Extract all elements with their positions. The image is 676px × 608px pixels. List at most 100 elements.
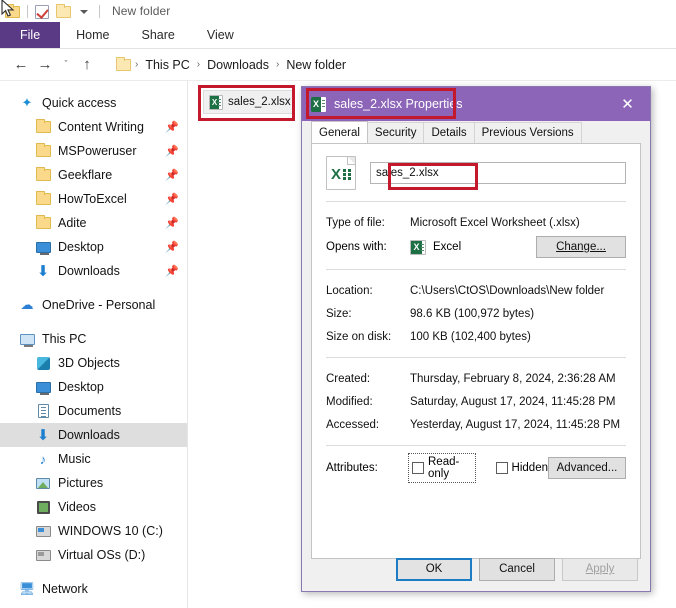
size-row: Size: 98.6 KB (100,972 bytes) <box>326 302 626 325</box>
apply-button: Apply <box>562 557 638 581</box>
accessed-value: Yesterday, August 17, 2024, 11:45:28 PM <box>410 418 621 431</box>
sidebar-item-documents[interactable]: Documents <box>0 399 187 423</box>
size-on-disk-label: Size on disk: <box>326 330 392 343</box>
sidebar-label: Music <box>58 452 91 466</box>
onedrive-cloud-icon: ☁ <box>20 297 34 312</box>
sidebar-item-this-pc[interactable]: This PC <box>0 327 187 351</box>
tab-view[interactable]: View <box>191 22 250 48</box>
sidebar-label: Documents <box>58 404 122 418</box>
advanced-button[interactable]: Advanced... <box>548 457 626 479</box>
customize-dropdown-icon[interactable] <box>76 3 93 20</box>
location-value: C:\Users\CtOS\Downloads\New folder <box>410 284 605 297</box>
dialog-title-text: sales_2.xlsx Properties <box>334 97 463 111</box>
sidebar-item-pictures[interactable]: Pictures <box>0 471 187 495</box>
tab-details[interactable]: Details <box>423 122 475 143</box>
sidebar-item-3d-objects[interactable]: 3D Objects <box>0 351 187 375</box>
new-folder-icon[interactable] <box>55 3 72 20</box>
properties-dialog: sales_2.xlsx Properties ✕ General Securi… <box>301 86 651 592</box>
read-only-checkbox[interactable]: Read-only <box>408 453 476 483</box>
hidden-checkbox[interactable]: Hidden <box>495 462 548 474</box>
pin-icon[interactable]: 📌 <box>165 193 179 206</box>
size-value: 98.6 KB (100,972 bytes) <box>410 307 535 320</box>
type-of-file-row: Type of file: Microsoft Excel Worksheet … <box>326 211 626 234</box>
ok-button-label: OK <box>425 563 443 575</box>
sidebar-item-geekflare[interactable]: Geekflare 📌 <box>0 163 187 187</box>
breadcrumb-downloads[interactable]: Downloads <box>202 58 274 72</box>
opens-with-row: Opens with: Excel Change... <box>326 234 626 260</box>
sidebar-item-downloads[interactable]: ⬇ Downloads <box>0 423 187 447</box>
opens-with-label: Opens with: <box>326 241 387 253</box>
close-icon[interactable]: ✕ <box>605 87 650 121</box>
cancel-button[interactable]: Cancel <box>479 557 555 581</box>
pin-icon[interactable]: 📌 <box>165 145 179 158</box>
accessed-row: Accessed: Yesterday, August 17, 2024, 11… <box>326 413 626 436</box>
sidebar-item-downloads-qa[interactable]: ⬇ Downloads 📌 <box>0 259 187 283</box>
created-row: Created: Thursday, February 8, 2024, 2:3… <box>326 367 626 390</box>
pin-icon[interactable]: 📌 <box>165 169 179 182</box>
file-name-input[interactable]: sales_2.xlsx <box>370 162 626 184</box>
file-name-row: sales_2.xlsx <box>326 156 626 190</box>
up-button[interactable]: ↑ <box>76 54 98 76</box>
sidebar-item-desktop[interactable]: Desktop <box>0 375 187 399</box>
pin-icon[interactable]: 📌 <box>165 265 179 278</box>
videos-icon <box>34 498 52 516</box>
ok-button[interactable]: OK <box>396 557 472 581</box>
forward-button[interactable]: → <box>34 54 56 76</box>
tab-file[interactable]: File <box>0 22 61 48</box>
type-of-file-value: Microsoft Excel Worksheet (.xlsx) <box>410 216 580 229</box>
excel-app-icon <box>410 239 426 255</box>
folder-icon <box>34 166 52 184</box>
dialog-title-bar[interactable]: sales_2.xlsx Properties ✕ <box>302 87 650 121</box>
tab-home[interactable]: Home <box>60 22 125 48</box>
sidebar-item-onedrive[interactable]: ☁ OneDrive - Personal <box>0 293 187 317</box>
attributes-label: Attributes: <box>326 462 378 474</box>
dialog-footer: OK Cancel Apply <box>302 547 650 591</box>
sidebar-item-virtual-os-d-drive[interactable]: Virtual OSs (D:) <box>0 543 187 567</box>
sidebar-item-howtoexcel[interactable]: HowToExcel 📌 <box>0 187 187 211</box>
created-value: Thursday, February 8, 2024, 2:36:28 AM <box>410 372 616 385</box>
tab-previous-versions[interactable]: Previous Versions <box>473 122 582 143</box>
sidebar-item-music[interactable]: ♪ Music <box>0 447 187 471</box>
file-item-sales-2-xlsx[interactable]: sales_2.xlsx <box>203 90 293 114</box>
pin-icon[interactable]: 📌 <box>165 241 179 254</box>
breadcrumb-separator-0: › <box>135 59 139 70</box>
change-button[interactable]: Change... <box>536 236 626 258</box>
excel-file-icon <box>311 96 326 112</box>
tab-security[interactable]: Security <box>366 122 425 143</box>
sidebar-item-quick-access[interactable]: ✦ Quick access <box>0 91 187 115</box>
properties-checkbox-icon[interactable] <box>34 3 51 20</box>
sidebar-item-mspoweruser[interactable]: MSPoweruser 📌 <box>0 139 187 163</box>
apply-button-label: Apply <box>585 563 615 575</box>
downloads-icon: ⬇ <box>36 426 50 444</box>
pin-icon[interactable]: 📌 <box>165 217 179 230</box>
breadcrumb-this-pc[interactable]: This PC <box>140 58 194 72</box>
dialog-tab-strip: General Security Details Previous Versio… <box>302 121 650 143</box>
tab-share[interactable]: Share <box>126 22 191 48</box>
sidebar-item-videos[interactable]: Videos <box>0 495 187 519</box>
sidebar-item-network[interactable]: 🖥 Network <box>0 577 187 601</box>
folder-icon <box>34 214 52 232</box>
this-pc-icon <box>18 330 36 348</box>
excel-file-icon-large <box>326 156 356 190</box>
sidebar-label: Geekflare <box>58 168 113 182</box>
sidebar-label: Desktop <box>58 380 104 394</box>
mouse-cursor-icon <box>1 0 15 17</box>
back-button[interactable]: ← <box>10 54 32 76</box>
checkbox-box-icon <box>412 462 424 474</box>
documents-icon <box>34 402 52 420</box>
sidebar-label: Network <box>42 582 88 596</box>
sidebar-item-windows-c-drive[interactable]: WINDOWS 10 (C:) <box>0 519 187 543</box>
sidebar-label: WINDOWS 10 (C:) <box>58 524 163 538</box>
recent-locations-button[interactable]: ˇ <box>58 54 74 76</box>
sidebar-item-desktop-qa[interactable]: Desktop 📌 <box>0 235 187 259</box>
sidebar-item-content-writing[interactable]: Content Writing 📌 <box>0 115 187 139</box>
sidebar-item-adite[interactable]: Adite 📌 <box>0 211 187 235</box>
sidebar-label: OneDrive - Personal <box>42 298 156 312</box>
pin-icon[interactable]: 📌 <box>165 121 179 134</box>
breadcrumb-new-folder[interactable]: New folder <box>281 58 351 72</box>
navigation-pane[interactable]: ✦ Quick access Content Writing 📌 MSPower… <box>0 81 188 608</box>
tab-general[interactable]: General <box>311 121 368 143</box>
sidebar-label: Quick access <box>42 96 117 110</box>
